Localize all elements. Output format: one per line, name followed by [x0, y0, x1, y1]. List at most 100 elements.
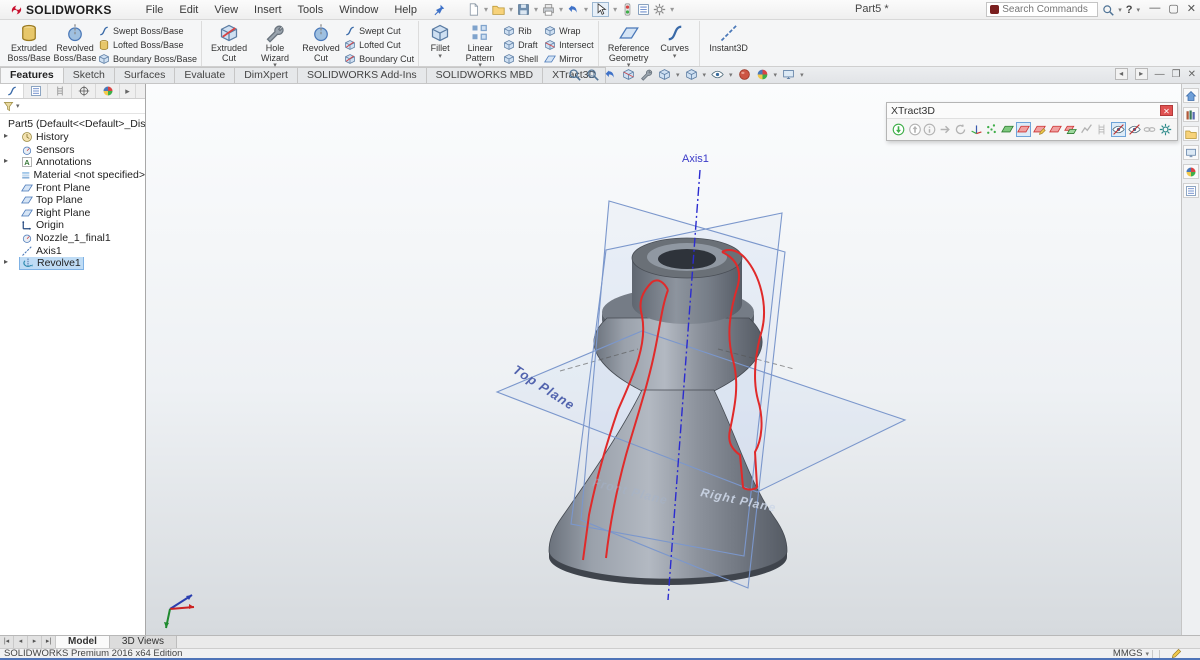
featuremanager-tree-icon[interactable]: [0, 84, 24, 98]
view-orientation-dropdown[interactable]: ▾: [676, 71, 680, 79]
tab-evaluate[interactable]: Evaluate: [174, 67, 236, 83]
toggle-mesh-visibility-icon[interactable]: [1110, 122, 1126, 137]
display-style-dropdown[interactable]: ▾: [703, 71, 707, 79]
curves-button[interactable]: Curves ▾: [655, 22, 695, 60]
boundary-cut-button[interactable]: Boundary Cut: [344, 53, 414, 65]
boundary-boss-base-button[interactable]: Boundary Boss/Base: [98, 53, 197, 65]
expand-arrow[interactable]: ▸: [4, 131, 8, 140]
revolved-boss-base-button[interactable]: Revolved Boss/Base: [52, 22, 98, 63]
save-dropdown[interactable]: ▾: [534, 5, 538, 14]
hide-show-items-icon[interactable]: [711, 68, 724, 81]
tab-3d-views[interactable]: 3D Views: [109, 636, 177, 648]
menu-edit[interactable]: Edit: [179, 4, 198, 16]
hole-wizard-button[interactable]: Hole Wizard ▾: [252, 22, 298, 69]
help-dropdown[interactable]: ▾: [1136, 6, 1140, 14]
print-icon[interactable]: [542, 3, 555, 16]
close-button[interactable]: ✕: [1187, 2, 1196, 15]
undo-dropdown[interactable]: ▾: [584, 5, 588, 14]
settings-gear-icon[interactable]: [653, 3, 666, 16]
graphics-viewport[interactable]: Axis1 Top Plane Right Plane Front Plane …: [146, 84, 1200, 635]
select-cursor-icon[interactable]: [594, 3, 607, 16]
tree-item-top-plane[interactable]: Top Plane: [0, 194, 145, 207]
design-library-icon[interactable]: [1183, 107, 1199, 122]
print-dropdown[interactable]: ▾: [559, 5, 563, 14]
instant3d-button[interactable]: Instant3D: [704, 22, 754, 54]
search-input[interactable]: [1002, 4, 1093, 15]
view-palette-icon[interactable]: [1183, 145, 1199, 160]
search-box[interactable]: [986, 2, 1099, 17]
configurationmanager-icon[interactable]: [48, 84, 72, 98]
lofted-cut-button[interactable]: Lofted Cut: [344, 39, 414, 51]
tree-filter[interactable]: ▾: [0, 99, 145, 114]
tab-model[interactable]: Model: [56, 636, 110, 648]
expand-arrow[interactable]: ▸: [4, 156, 8, 165]
propertymanager-icon[interactable]: [24, 84, 48, 98]
next-tab-button[interactable]: ▸: [28, 636, 42, 648]
search-icon[interactable]: [1102, 4, 1114, 16]
reference-geometry-button[interactable]: Reference Geometry ▾: [603, 22, 655, 69]
maximize-button[interactable]: ▢: [1168, 2, 1178, 15]
units-dropdown[interactable]: ▾: [1145, 650, 1149, 658]
next-document-button[interactable]: ▸: [1134, 68, 1148, 80]
previous-document-button[interactable]: ◂: [1114, 68, 1128, 80]
tab-dimxpert[interactable]: DimXpert: [234, 67, 298, 83]
swept-cut-button[interactable]: Swept Cut: [344, 25, 414, 37]
pin-icon[interactable]: [433, 4, 445, 16]
edit-slice-icon[interactable]: [1033, 122, 1047, 137]
manager-tabs-overflow[interactable]: ▸: [120, 84, 136, 98]
home-icon[interactable]: [1183, 88, 1199, 103]
toggle-slice-visibility-icon[interactable]: [1128, 122, 1142, 137]
tree-item-revolve1[interactable]: ▸ Revolve1: [0, 256, 145, 270]
flip-slice-icon[interactable]: [1064, 122, 1078, 137]
previous-view-icon[interactable]: [604, 68, 617, 81]
tree-item-right-plane[interactable]: Right Plane: [0, 207, 145, 220]
view-settings-dropdown[interactable]: ▾: [800, 71, 804, 79]
fillet-button[interactable]: Fillet ▾: [423, 22, 457, 60]
dimxpertmanager-icon[interactable]: [72, 84, 96, 98]
swept-boss-base-button[interactable]: Swept Boss/Base: [98, 25, 197, 37]
doc-close-button[interactable]: ✕: [1188, 69, 1196, 80]
xtract3d-titlebar[interactable]: XTract3D ✕: [887, 103, 1177, 119]
xtract-settings-gear-icon[interactable]: [1159, 122, 1173, 137]
zoom-to-area-icon[interactable]: [586, 68, 599, 81]
info-icon[interactable]: [923, 122, 937, 137]
tab-sketch[interactable]: Sketch: [62, 67, 115, 83]
wrap-button[interactable]: Wrap: [544, 25, 594, 37]
dynamic-annotation-icon[interactable]: [640, 68, 653, 81]
apply-scene-dropdown[interactable]: ▾: [774, 71, 778, 79]
move-slice-icon[interactable]: [1049, 122, 1063, 137]
menu-help[interactable]: Help: [394, 4, 417, 16]
polyline-trace-icon[interactable]: [1080, 122, 1094, 137]
tree-item-front-plane[interactable]: Front Plane: [0, 181, 145, 194]
new-document-icon[interactable]: [467, 3, 480, 16]
draft-button[interactable]: Draft: [503, 39, 538, 51]
options-list-icon[interactable]: [637, 3, 650, 16]
tree-item-origin[interactable]: Origin: [0, 219, 145, 232]
linear-pattern-button[interactable]: Linear Pattern ▾: [457, 22, 503, 69]
tree-item-history[interactable]: ▸ History: [0, 131, 145, 144]
tree-root-part[interactable]: Part5 (Default<<Default>_Display State 1: [0, 117, 145, 131]
view-orientation-icon[interactable]: [658, 68, 671, 81]
tab-features[interactable]: Features: [0, 67, 64, 83]
align-axis-icon[interactable]: [970, 122, 984, 137]
export-icon[interactable]: [908, 122, 922, 137]
link-icon[interactable]: [1143, 122, 1157, 137]
new-dropdown[interactable]: ▾: [484, 5, 488, 14]
tab-solidworks-add-ins[interactable]: SOLIDWORKS Add-Ins: [296, 67, 427, 83]
menu-tools[interactable]: Tools: [298, 4, 324, 16]
reset-icon[interactable]: [954, 122, 968, 137]
custom-properties-icon[interactable]: [1183, 183, 1199, 198]
apply-scene-icon[interactable]: [756, 68, 769, 81]
viewport-canvas[interactable]: Axis1 Top Plane Right Plane Front Plane: [146, 84, 1181, 635]
doc-minimize-button[interactable]: —: [1155, 69, 1165, 80]
hide-show-dropdown[interactable]: ▾: [729, 71, 733, 79]
next-step-icon[interactable]: [939, 122, 953, 137]
extruded-cut-button[interactable]: Extruded Cut: [206, 22, 252, 63]
settings-dropdown[interactable]: ▾: [670, 5, 674, 14]
tree-item-nozzle[interactable]: Nozzle_1_final1: [0, 232, 145, 245]
rebuild-icon[interactable]: [621, 3, 634, 16]
intersect-button[interactable]: Intersect: [544, 39, 594, 51]
section-view-icon[interactable]: [622, 68, 635, 81]
menu-file[interactable]: File: [146, 4, 164, 16]
tree-item-material[interactable]: Material <not specified>: [0, 169, 145, 182]
